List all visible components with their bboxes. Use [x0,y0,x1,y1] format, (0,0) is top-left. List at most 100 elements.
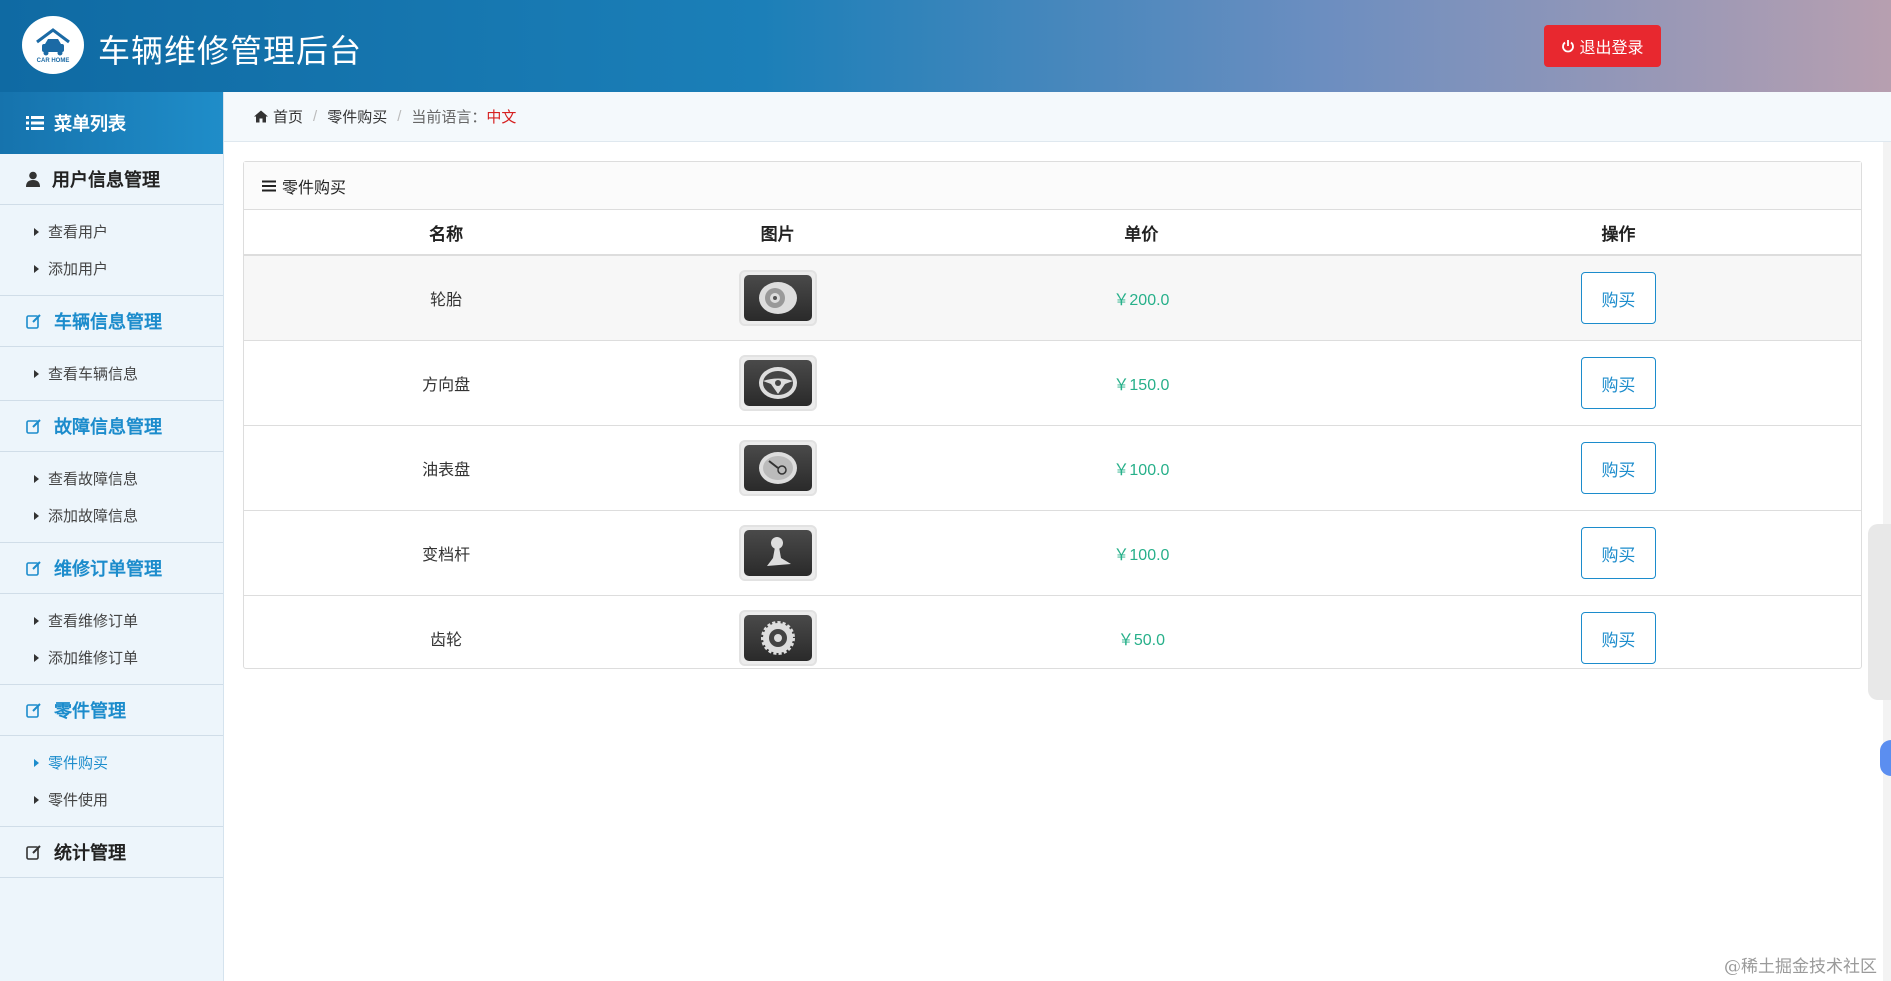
part-image-cell [648,596,907,681]
breadcrumb-separator: / [313,108,318,125]
sidebar-group-label: 统计管理 [54,843,126,863]
gear-icon [738,610,817,666]
sidebar-item-add-user[interactable]: 添加用户 [0,250,223,287]
part-name: 方向盘 [244,340,649,426]
sidebar-sublist: 查看维修订单 添加维修订单 [0,594,223,684]
menu-lines-icon [262,180,276,191]
sidebar-group-label: 故障信息管理 [54,417,162,437]
action-cell: 购买 [1375,425,1861,511]
watermark: @稀土掘金技术社区 [1724,957,1877,977]
power-icon [1562,40,1575,53]
sidebar-item-label: 查看用户 [48,224,109,241]
sidebar-sublist: 查看用户 添加用户 [0,205,223,295]
sidebar-group-label: 用户信息管理 [52,170,160,190]
caret-right-icon [34,795,39,804]
caret-right-icon [34,474,39,483]
sidebar-item-buy-parts[interactable]: 零件购买 [0,744,223,781]
sidebar-group-label: 零件管理 [54,701,126,721]
edit-icon [26,314,41,329]
action-cell: 购买 [1376,596,1861,681]
part-name: 变档杆 [244,510,649,596]
steering-wheel-icon [738,355,817,411]
table-row: 齿轮 ￥50.0 购买 [244,596,1861,681]
parts-table: 名称 图片 单价 操作 轮胎 ￥200.0 购买 方向盘 ￥150.0 购买 油… [244,210,1861,680]
caret-right-icon [34,227,39,236]
sidebar-item-use-parts[interactable]: 零件使用 [0,781,223,818]
sidebar-sublist: 查看故障信息 添加故障信息 [0,452,223,542]
top-header: CAR HOME 车辆维修管理后台 退出登录 [0,0,1891,92]
sidebar: 菜单列表 用户信息管理 查看用户 添加用户 车辆信息管理 查看车辆信息 故障信息… [0,92,224,981]
breadcrumb-lang-label: 当前语言： [411,109,487,126]
sidebar-sublist: 零件购买 零件使用 [0,736,223,826]
column-header-action: 操作 [1375,210,1861,256]
sidebar-item-add-order[interactable]: 添加维修订单 [0,639,223,676]
sidebar-item-label: 添加用户 [48,261,109,278]
breadcrumb-separator: / [397,108,402,125]
sidebar-group-orders[interactable]: 维修订单管理 [0,542,223,594]
logo-text: CAR HOME [36,58,70,64]
sidebar-item-label: 零件使用 [48,792,109,809]
app-title: 车辆维修管理后台 [98,33,363,69]
floating-ball-icon[interactable] [1880,740,1891,776]
table-row: 轮胎 ￥200.0 购买 [244,255,1861,341]
parts-panel: 零件购买 名称 图片 单价 操作 轮胎 ￥200.0 购买 方向盘 ￥150.0… [243,161,1862,669]
buy-button[interactable]: 购买 [1580,612,1656,664]
floating-widget[interactable] [1868,524,1891,700]
sidebar-item-view-vehicles[interactable]: 查看车辆信息 [0,355,223,392]
user-icon [26,171,40,187]
sidebar-item-label: 添加故障信息 [48,508,139,525]
tire-icon [738,270,817,326]
sidebar-group-fault[interactable]: 故障信息管理 [0,400,223,452]
part-image-cell [648,425,907,511]
buy-button[interactable]: 购买 [1580,357,1656,409]
table-row: 变档杆 ￥100.0 购买 [244,510,1861,596]
list-icon [26,116,44,130]
sidebar-group-parts[interactable]: 零件管理 [0,684,223,736]
column-header-image: 图片 [648,210,907,256]
caret-right-icon [34,511,39,520]
panel-header: 零件购买 [244,162,1861,210]
part-price: ￥50.0 [1117,632,1165,649]
sidebar-group-user[interactable]: 用户信息管理 [0,154,223,205]
buy-button[interactable]: 购买 [1580,527,1656,579]
caret-right-icon [34,653,39,662]
breadcrumb-lang-value[interactable]: 中文 [486,106,516,127]
edit-icon [26,419,41,434]
part-image-cell [648,255,907,341]
logout-label: 退出登录 [1579,40,1644,57]
breadcrumb-current: 零件购买 [327,109,388,126]
caret-right-icon [34,616,39,625]
table-header-row: 名称 图片 单价 操作 [244,210,1861,256]
column-header-price: 单价 [906,210,1376,256]
sidebar-group-label: 维修订单管理 [54,559,162,579]
logout-button[interactable]: 退出登录 [1544,25,1661,67]
part-price: ￥100.0 [906,510,1376,596]
sidebar-group-vehicle[interactable]: 车辆信息管理 [0,295,223,347]
sidebar-group-label: 车辆信息管理 [54,312,162,332]
part-price: ￥150.0 [906,340,1376,426]
part-name: 轮胎 [244,255,649,341]
car-home-icon [36,28,70,56]
action-cell: 购买 [1375,340,1861,426]
buy-button[interactable]: 购买 [1580,272,1656,324]
buy-button[interactable]: 购买 [1580,442,1656,494]
home-icon [254,110,268,123]
sidebar-item-label: 查看车辆信息 [48,366,139,383]
breadcrumb-home[interactable]: 首页 [273,106,303,127]
sidebar-item-view-users[interactable]: 查看用户 [0,213,223,250]
part-name: 油表盘 [244,425,649,511]
part-price: ￥200.0 [906,255,1376,341]
sidebar-sublist: 查看车辆信息 [0,347,223,400]
part-image-cell [648,340,907,426]
edit-icon [26,561,41,576]
sidebar-item-view-faults[interactable]: 查看故障信息 [0,460,223,497]
sidebar-item-add-fault[interactable]: 添加故障信息 [0,497,223,534]
table-row: 方向盘 ￥150.0 购买 [244,340,1861,426]
action-cell: 购买 [1375,255,1861,341]
sidebar-item-view-orders[interactable]: 查看维修订单 [0,602,223,639]
caret-right-icon [34,264,39,273]
sidebar-item-label: 添加维修订单 [48,650,139,667]
sidebar-item-label: 查看维修订单 [48,613,139,630]
sidebar-group-statistics[interactable]: 统计管理 [0,826,223,878]
edit-icon [26,703,41,718]
